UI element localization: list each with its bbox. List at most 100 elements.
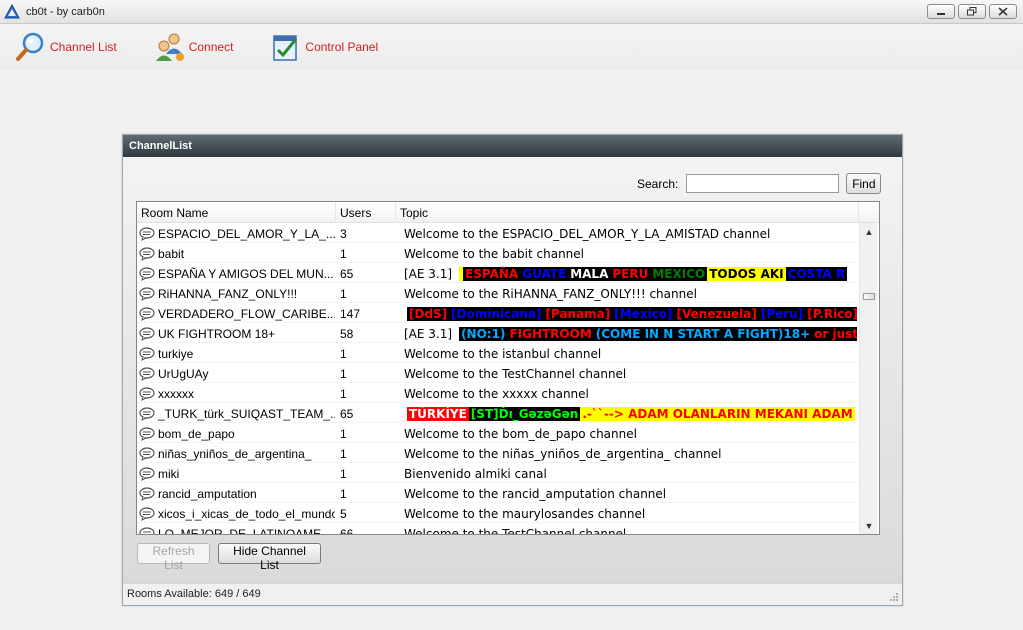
find-button[interactable]: Find — [846, 173, 882, 194]
users-count-cell: 1 — [340, 447, 347, 461]
users-count-cell: 66 — [340, 527, 354, 535]
connect-button[interactable]: Connect — [153, 30, 234, 64]
topic-cell: [AE 3.1] ESPAÑA GUATE MALA PERU MEXICO TODOS … — [401, 263, 857, 283]
topic-cell: Bienvenido almiki canal — [404, 467, 547, 481]
table-row[interactable]: LO_MEJOR_DE_LATINOAME... 66 Welcome to the… — [137, 523, 859, 535]
scroll-down-icon[interactable]: ▼ — [864, 521, 874, 531]
room-name: miki — [158, 467, 180, 481]
table-row[interactable]: UrUgUAy 1 Welcome to the TestChannel chann… — [137, 363, 859, 383]
room-name: LO_MEJOR_DE_LATINOAME... — [158, 527, 332, 535]
topic-segment: COSTA R — [785, 267, 848, 281]
room-name-cell: xicos_i_xicas_de_todo_el_mundo — [139, 503, 335, 523]
room-name-cell: UrUgUAy — [139, 363, 335, 383]
topic-segment: ESPAÑA — [463, 267, 521, 281]
resize-grip-icon[interactable] — [889, 592, 899, 602]
topic-cell: Welcome to the niñas_yniños_de_argentina… — [404, 447, 722, 461]
chat-room-icon — [139, 327, 155, 341]
room-name-cell: babit — [139, 243, 335, 263]
control-panel-button[interactable]: Control Panel — [269, 30, 378, 64]
room-name-cell: turkiye — [139, 343, 335, 363]
room-name: VERDADERO_FLOW_CARIBE... — [158, 307, 335, 321]
topic-cell: Welcome to the rancid_amputation channel — [404, 487, 667, 501]
table-row[interactable]: miki 1 Bienvenido almiki canal — [137, 463, 859, 483]
table-row[interactable]: bom_de_papo 1 Welcome to the bom_de_papo c… — [137, 423, 859, 443]
hide-channel-list-button[interactable]: Hide Channel List — [218, 543, 321, 572]
vertical-scrollbar[interactable]: ▲ ▼ — [859, 223, 877, 534]
table-row[interactable]: xxxxxx 1 Welcome to the xxxxx channel — [137, 383, 859, 403]
minimize-button[interactable] — [927, 4, 955, 19]
search-row: Search: Find — [637, 173, 882, 194]
topic-cell: [DdS] [Dominicana] [Panama] [Mexico] [Venezu… — [401, 303, 857, 323]
topic-cell: Welcome to the bom_de_papo channel — [404, 427, 637, 441]
status-bar: Rooms Available: 649 / 649 — [123, 583, 902, 605]
users-connect-icon — [155, 33, 184, 61]
colored-topic: (NO:1) FIGHTROOM (COME IN N START A FIGHT)… — [456, 326, 857, 343]
topic-segment: (NO:1) — [459, 327, 508, 341]
restore-button[interactable] — [958, 4, 986, 19]
channel-list-button[interactable]: Channel List — [14, 30, 117, 64]
table-row[interactable]: UK FIGHTROOM 18+ 58 [AE 3.1] (NO:1) FIGHTROO… — [137, 323, 859, 343]
room-name-cell: LO_MEJOR_DE_LATINOAME... — [139, 523, 335, 535]
room-name-cell: ESPACIO_DEL_AMOR_Y_LA_... — [139, 223, 335, 243]
minimize-icon — [937, 12, 945, 15]
users-count-cell: 5 — [340, 507, 347, 521]
users-count-cell: 58 — [340, 327, 354, 341]
chat-room-icon — [139, 387, 155, 401]
table-row[interactable]: rancid_amputation 1 Welcome to the rancid_… — [137, 483, 859, 503]
topic-segment: [P.Rico] — [805, 307, 857, 321]
column-header-room-name[interactable]: Room Name — [137, 202, 336, 223]
channel-table: Room Name Users Topic ESPACIO_DEL_AMOR_Y… — [136, 201, 880, 535]
room-name-cell: bom_de_papo — [139, 423, 335, 443]
room-name-cell: rancid_amputation — [139, 483, 335, 503]
table-row[interactable]: VERDADERO_FLOW_CARIBE... 147 [DdS] [Dominic… — [137, 303, 859, 323]
topic-segment: (COME IN N START A FIGHT)18+ — [593, 327, 813, 341]
topic-prefix: [AE 3.1] — [404, 327, 453, 341]
refresh-list-button[interactable]: Refresh List — [137, 543, 210, 572]
channel-list-panel: ChannelList Search: Find Room Name Users… — [122, 134, 903, 606]
scroll-up-icon[interactable]: ▲ — [864, 227, 874, 237]
close-button[interactable] — [989, 4, 1017, 19]
room-name-cell: _TURK_türk_SUIQAST_TEAM_... — [139, 403, 335, 423]
users-count-cell: 1 — [340, 247, 347, 261]
table-row[interactable]: ESPACIO_DEL_AMOR_Y_LA_... 3 Welcome to the… — [137, 223, 859, 243]
table-row[interactable]: RiHANNA_FANZ_ONLY!!! 1 Welcome to the RiHA… — [137, 283, 859, 303]
table-rows: ESPACIO_DEL_AMOR_Y_LA_... 3 Welcome to the… — [137, 223, 859, 535]
chat-room-icon — [139, 367, 155, 381]
restore-icon — [967, 7, 977, 16]
topic-segment: [Mexico] — [612, 307, 675, 321]
room-name-cell: niñas_yniños_de_argentina_ — [139, 443, 335, 463]
users-count-cell: 1 — [340, 487, 347, 501]
column-header-topic[interactable]: Topic — [396, 202, 859, 223]
chat-room-icon — [139, 307, 155, 321]
topic-segment: PERU — [610, 267, 651, 281]
topic-cell: Welcome to the TestChannel channel — [404, 367, 627, 381]
topic-cell: TÜRKİYE [ST]Ďı_GəzəGən .-``--> ADAM OLANLA… — [401, 403, 857, 423]
chat-room-icon — [139, 227, 155, 241]
search-label: Search: — [637, 176, 679, 191]
panel-body: Search: Find Room Name Users Topic ESPAC… — [123, 157, 902, 583]
button-row: Refresh List Hide Channel List — [137, 543, 321, 572]
table-row[interactable]: turkiye 1 Welcome to the istanbul channel — [137, 343, 859, 363]
room-name-cell: VERDADERO_FLOW_CARIBE... — [139, 303, 335, 323]
users-count-cell: 1 — [340, 387, 347, 401]
room-name: niñas_yniños_de_argentina_ — [158, 447, 312, 461]
topic-cell: Welcome to the istanbul channel — [404, 347, 602, 361]
connect-label: Connect — [188, 40, 234, 54]
users-count-cell: 65 — [340, 267, 354, 281]
users-count-cell: 1 — [340, 287, 347, 301]
column-header-users[interactable]: Users — [336, 202, 396, 223]
table-row[interactable]: babit 1 Welcome to the babit channel — [137, 243, 859, 263]
scrollbar-thumb[interactable] — [863, 293, 875, 300]
room-name: RiHANNA_FANZ_ONLY!!! — [158, 287, 298, 301]
table-row[interactable]: xicos_i_xicas_de_todo_el_mundo 5 Welcome t… — [137, 503, 859, 523]
colored-topic: TÜRKİYE [ST]Ďı_GəzəGən .-``--> ADAM OLANLA… — [404, 406, 857, 423]
table-row[interactable]: _TURK_türk_SUIQAST_TEAM_... 65 TÜRKİYE [ST]… — [137, 403, 859, 423]
app-logo-icon — [4, 3, 20, 18]
room-name: bom_de_papo — [158, 427, 235, 441]
table-row[interactable]: niñas_yniños_de_argentina_ 1 Welcome to th… — [137, 443, 859, 463]
room-name-cell: ESPAÑA Y AMIGOS DEL MUN... — [139, 263, 335, 283]
search-input[interactable] — [686, 174, 840, 193]
topic-segment: .-``--> ADAM OLANLARIN MEKANI ADAM — [580, 407, 855, 421]
table-row[interactable]: ESPAÑA Y AMIGOS DEL MUN... 65 [AE 3.1] ESP… — [137, 263, 859, 283]
room-name: turkiye — [158, 347, 194, 361]
